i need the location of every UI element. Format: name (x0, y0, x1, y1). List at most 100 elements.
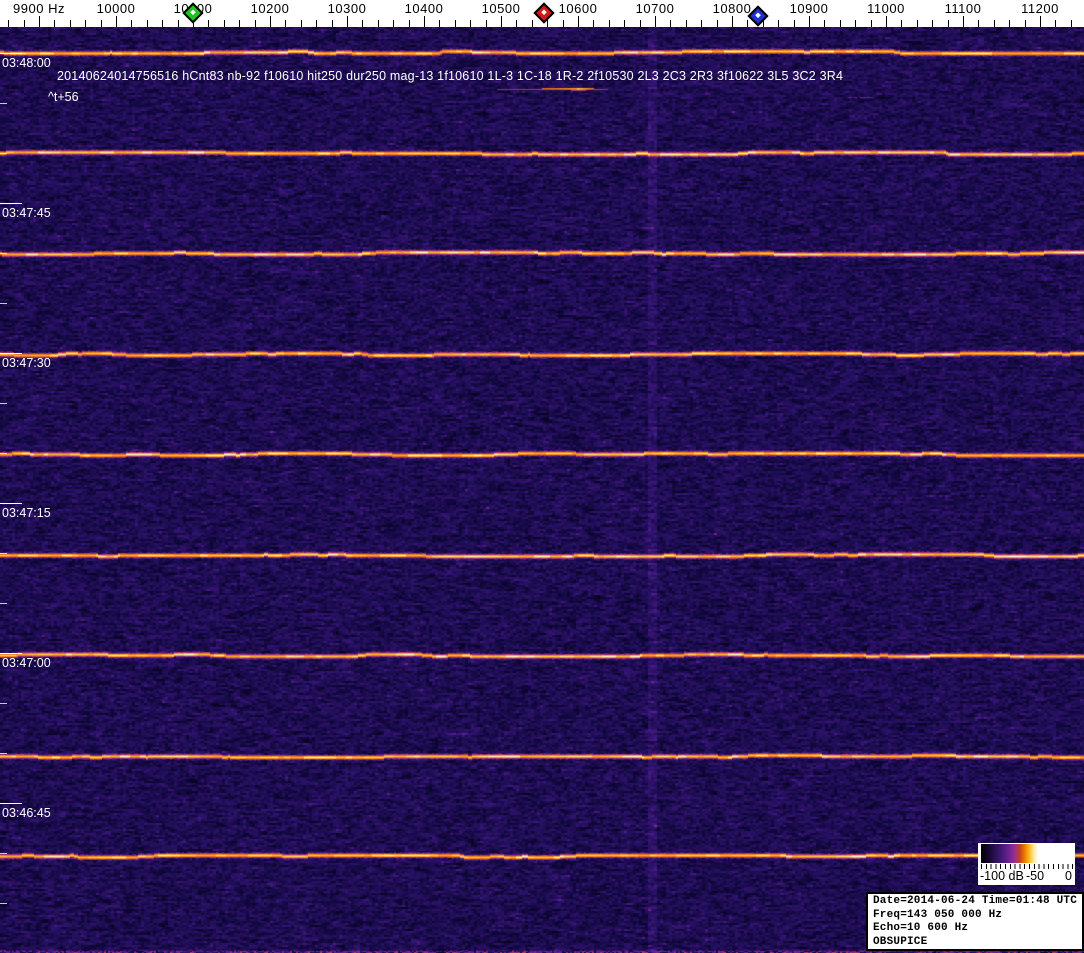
detection-annotation: 20140624014756516 hCnt83 nb-92 f10610 hi… (57, 69, 844, 83)
time-minor-tick (0, 303, 7, 304)
info-line: Date=2014-06-24 Time=01:48 UTC (873, 895, 1078, 907)
info-line: OBSUPICE (873, 935, 928, 948)
time-minor-tick (0, 153, 7, 154)
ruler-tick (639, 20, 641, 27)
ruler-frequency-label: 11100 (944, 1, 982, 16)
time-minor-tick (0, 553, 7, 554)
time-minor-tick (0, 253, 7, 254)
time-tick (0, 803, 22, 804)
time-label: 03:47:45 (2, 206, 51, 220)
time-minor-tick (0, 753, 7, 754)
ruler-tick (39, 16, 40, 27)
ruler-tick (824, 20, 826, 27)
ruler-tick (285, 20, 287, 27)
ruler-tick (501, 16, 502, 27)
ruler-tick (254, 20, 256, 27)
ruler-tick (901, 20, 903, 27)
ruler-tick (54, 20, 56, 27)
ruler-tick (716, 20, 718, 27)
ruler-frequency-label: 10300 (327, 1, 367, 16)
time-tick (0, 53, 22, 54)
ruler-tick (701, 20, 703, 27)
red-diamond-marker[interactable] (533, 2, 555, 24)
ruler-tick (562, 20, 564, 27)
ruler-tick (347, 16, 348, 27)
ruler-tick (439, 20, 441, 27)
ruler-tick (8, 20, 10, 27)
spectrogram-canvas[interactable] (0, 27, 1084, 953)
ruler-tick (516, 20, 518, 27)
ruler-tick (1070, 20, 1072, 27)
ruler-tick (732, 16, 733, 27)
ruler-tick (608, 20, 610, 27)
ruler-tick (1055, 20, 1057, 27)
time-minor-tick (0, 903, 7, 904)
ruler-tick (177, 20, 179, 27)
ruler-tick (470, 20, 472, 27)
ruler-tick (208, 20, 210, 27)
time-minor-tick (0, 103, 7, 104)
ruler-tick (916, 20, 918, 27)
ruler-tick (85, 20, 87, 27)
ruler-tick (116, 16, 117, 27)
time-label: 03:47:30 (2, 356, 51, 370)
ruler-tick (146, 20, 148, 27)
info-line: Freq=143 050 000 Hz (873, 908, 1003, 921)
ruler-tick (1024, 20, 1026, 27)
ruler-tick (454, 20, 456, 27)
cursor-annotation: ^t+56 (48, 90, 79, 104)
ruler-frequency-label: 10000 (96, 1, 136, 16)
ruler-tick (131, 20, 133, 27)
ruler-frequency-label: 11000 (867, 1, 905, 16)
time-minor-tick (0, 453, 7, 454)
time-tick (0, 503, 22, 504)
ruler-tick (947, 20, 949, 27)
time-minor-tick (0, 403, 7, 404)
ruler-tick (377, 20, 379, 27)
ruler-tick (1040, 16, 1041, 27)
ruler-tick (100, 20, 102, 27)
ruler-tick (331, 20, 333, 27)
ruler-tick (655, 16, 656, 27)
ruler-tick (963, 16, 964, 27)
meteor-spectrogram-app: 9900 Hz100001010010200103001040010500106… (0, 0, 1084, 953)
ruler-tick (685, 20, 687, 27)
ruler-tick (223, 20, 225, 27)
time-label: 03:47:00 (2, 656, 51, 670)
ruler-tick (870, 20, 872, 27)
ruler-tick (747, 20, 749, 27)
colorbar: -100 dB -50 0 (978, 843, 1075, 885)
ruler-tick (978, 20, 980, 27)
ruler-frequency-label: 10800 (712, 1, 752, 16)
ruler-frequency-label: 10400 (404, 1, 444, 16)
ruler-tick (239, 20, 241, 27)
ruler-frequency-label: 10900 (789, 1, 829, 16)
time-minor-tick (0, 703, 7, 704)
ruler-tick (993, 20, 995, 27)
time-tick (0, 353, 22, 354)
ruler-tick (23, 20, 25, 27)
ruler-tick (624, 20, 626, 27)
time-minor-tick (0, 603, 7, 604)
ruler-tick (393, 20, 395, 27)
time-label: 03:46:45 (2, 806, 51, 820)
ruler-frequency-label: 9900 Hz (13, 1, 65, 16)
ruler-tick (162, 20, 164, 27)
ruler-tick (531, 20, 533, 27)
colorbar-gradient (981, 844, 1072, 863)
ruler-tick (793, 20, 795, 27)
time-minor-tick (0, 853, 7, 854)
ruler-tick (839, 20, 841, 27)
info-line: Echo=10 600 Hz (873, 922, 969, 934)
ruler-tick (778, 20, 780, 27)
ruler-tick (593, 20, 595, 27)
ruler-tick (69, 20, 71, 27)
ruler-tick (408, 20, 410, 27)
ruler-tick (932, 20, 934, 27)
ruler-tick (886, 16, 887, 27)
ruler-tick (547, 20, 549, 27)
ruler-tick (300, 20, 302, 27)
ruler-tick (270, 16, 271, 27)
ruler-tick (362, 20, 364, 27)
colorbar-label-max: 0 (1065, 869, 1072, 883)
